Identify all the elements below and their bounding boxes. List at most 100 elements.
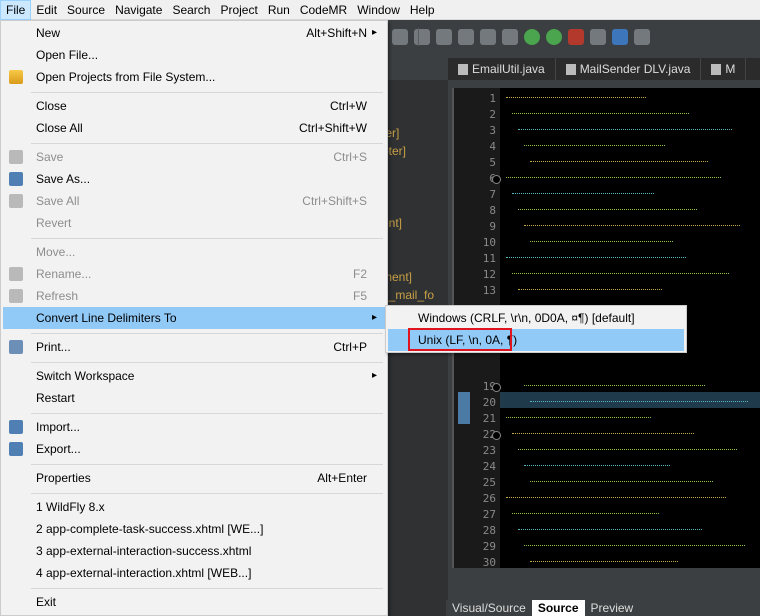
menu-codemr[interactable]: CodeMR <box>295 0 352 20</box>
menu-item-new[interactable]: New Alt+Shift+N ▸ <box>3 22 385 44</box>
menu-item-recent-3[interactable]: 3 app-external-interaction-success.xhtml <box>3 540 385 562</box>
menu-separator <box>31 92 383 93</box>
menu-item-shortcut: Ctrl+W <box>330 99 367 113</box>
line-number: 3 <box>489 124 496 137</box>
menu-item-move[interactable]: Move... <box>3 241 385 263</box>
menu-item-label: Restart <box>36 391 75 405</box>
menu-item-revert[interactable]: Revert <box>3 212 385 234</box>
tab-mailsender[interactable]: MailSender DLV.java <box>556 58 702 80</box>
tab-preview[interactable]: Preview <box>585 600 640 616</box>
menu-item-refresh[interactable]: Refresh F5 <box>3 285 385 307</box>
menu-item-label: Close All <box>36 121 83 135</box>
code-line <box>518 289 662 294</box>
menu-item-label: Open File... <box>36 48 99 62</box>
fold-toggle-icon[interactable] <box>492 175 501 184</box>
fold-toggle-icon[interactable] <box>492 431 501 440</box>
menu-separator <box>31 333 383 334</box>
code-line <box>506 417 651 422</box>
selection-marker <box>458 408 470 424</box>
menu-item-open-projects[interactable]: Open Projects from File System... <box>3 66 385 88</box>
line-number: 21 <box>482 412 496 425</box>
menu-item-label: Convert Line Delimiters To <box>36 311 177 325</box>
menu-item-restart[interactable]: Restart <box>3 387 385 409</box>
toolbar-separator <box>418 28 419 46</box>
code-line <box>512 273 729 278</box>
refresh-icon <box>9 289 23 303</box>
menu-item-label: New <box>36 26 61 40</box>
menu-item-label: Close <box>36 99 67 113</box>
tab-more[interactable]: M <box>701 58 747 80</box>
submenu-arrow-icon: ▸ <box>371 370 377 381</box>
menu-item-save-as[interactable]: Save As... <box>3 168 385 190</box>
toolbar-icon[interactable] <box>436 29 452 45</box>
menu-navigate[interactable]: Navigate <box>110 0 167 20</box>
code-line <box>518 529 702 534</box>
menu-item-shortcut: F5 <box>352 289 367 303</box>
toolbar-icon[interactable] <box>502 29 518 45</box>
menu-item-label: Properties <box>36 471 91 485</box>
toolbar-icon[interactable] <box>392 29 408 45</box>
menu-item-close[interactable]: Close Ctrl+W <box>3 95 385 117</box>
menu-item-properties[interactable]: Properties Alt+Enter <box>3 467 385 489</box>
menu-source[interactable]: Source <box>62 0 110 20</box>
menu-item-shortcut: Ctrl+S <box>333 150 367 164</box>
menu-window[interactable]: Window <box>352 0 405 20</box>
menu-item-import[interactable]: Import... <box>3 416 385 438</box>
tab-source[interactable]: Source <box>531 600 585 616</box>
menu-help[interactable]: Help <box>405 0 440 20</box>
menu-item-print[interactable]: Print... Ctrl+P <box>3 336 385 358</box>
menu-item-save[interactable]: Save Ctrl+S <box>3 146 385 168</box>
toolbar-icon[interactable] <box>612 29 628 45</box>
external-tools-icon[interactable] <box>568 29 584 45</box>
menu-item-exit[interactable]: Exit <box>3 591 385 613</box>
menu-separator <box>31 464 383 465</box>
menu-edit[interactable]: Edit <box>31 0 62 20</box>
save-all-icon <box>9 194 23 208</box>
zoom-in-icon[interactable] <box>458 29 474 45</box>
menu-separator <box>31 493 383 494</box>
file-menu: New Alt+Shift+N ▸ Open File... Open Proj… <box>0 20 388 616</box>
menu-item-export[interactable]: Export... <box>3 438 385 460</box>
zoom-out-icon[interactable] <box>480 29 496 45</box>
menu-item-shortcut: Ctrl+Shift+W <box>298 121 367 135</box>
line-number: 2 <box>489 108 496 121</box>
line-number: 29 <box>482 540 496 553</box>
menu-item-label: Windows (CRLF, \r\n, 0D0A, ¤¶) [default] <box>418 311 635 325</box>
code-line <box>506 177 721 182</box>
toolbar-icon[interactable] <box>634 29 650 45</box>
line-number: 8 <box>489 204 496 217</box>
menu-item-recent-2[interactable]: 2 app-complete-task-success.xhtml [WE...… <box>3 518 385 540</box>
submenu-item-windows[interactable]: Windows (CRLF, \r\n, 0D0A, ¤¶) [default] <box>388 307 684 329</box>
code-line <box>524 145 665 150</box>
menu-item-recent-4[interactable]: 4 app-external-interaction.xhtml [WEB...… <box>3 562 385 584</box>
toolbar-icon[interactable] <box>590 29 606 45</box>
menu-item-recent-1[interactable]: 1 WildFly 8.x <box>3 496 385 518</box>
menu-item-close-all[interactable]: Close All Ctrl+Shift+W <box>3 117 385 139</box>
line-number: 1 <box>489 92 496 105</box>
menu-item-rename[interactable]: Rename... F2 <box>3 263 385 285</box>
menu-item-open-file[interactable]: Open File... <box>3 44 385 66</box>
fold-toggle-icon[interactable] <box>492 383 501 392</box>
submenu-arrow-icon: ▸ <box>371 312 377 323</box>
menu-bar: File Edit Source Navigate Search Project… <box>0 0 760 20</box>
java-file-icon <box>565 63 576 75</box>
menu-separator <box>31 588 383 589</box>
run-icon[interactable] <box>546 29 562 45</box>
menu-item-label: Move... <box>36 245 76 259</box>
menu-item-convert-line-delimiters[interactable]: Convert Line Delimiters To ▸ <box>3 307 385 329</box>
menu-item-switch-workspace[interactable]: Switch Workspace ▸ <box>3 365 385 387</box>
menu-run[interactable]: Run <box>263 0 295 20</box>
code-line <box>524 225 740 230</box>
menu-search[interactable]: Search <box>167 0 215 20</box>
debug-icon[interactable] <box>524 29 540 45</box>
toolbar-icon[interactable] <box>414 29 430 45</box>
menu-project[interactable]: Project <box>215 0 262 20</box>
code-line <box>524 385 705 390</box>
tab-visual-source[interactable]: Visual/Source <box>446 600 532 616</box>
line-number: 26 <box>482 492 496 505</box>
menu-item-save-all[interactable]: Save All Ctrl+Shift+S <box>3 190 385 212</box>
line-number: 13 <box>482 284 496 297</box>
tab-emailutil[interactable]: EmailUtil.java <box>448 58 556 80</box>
menu-item-label: Save As... <box>36 172 91 186</box>
menu-file[interactable]: File <box>0 0 32 20</box>
